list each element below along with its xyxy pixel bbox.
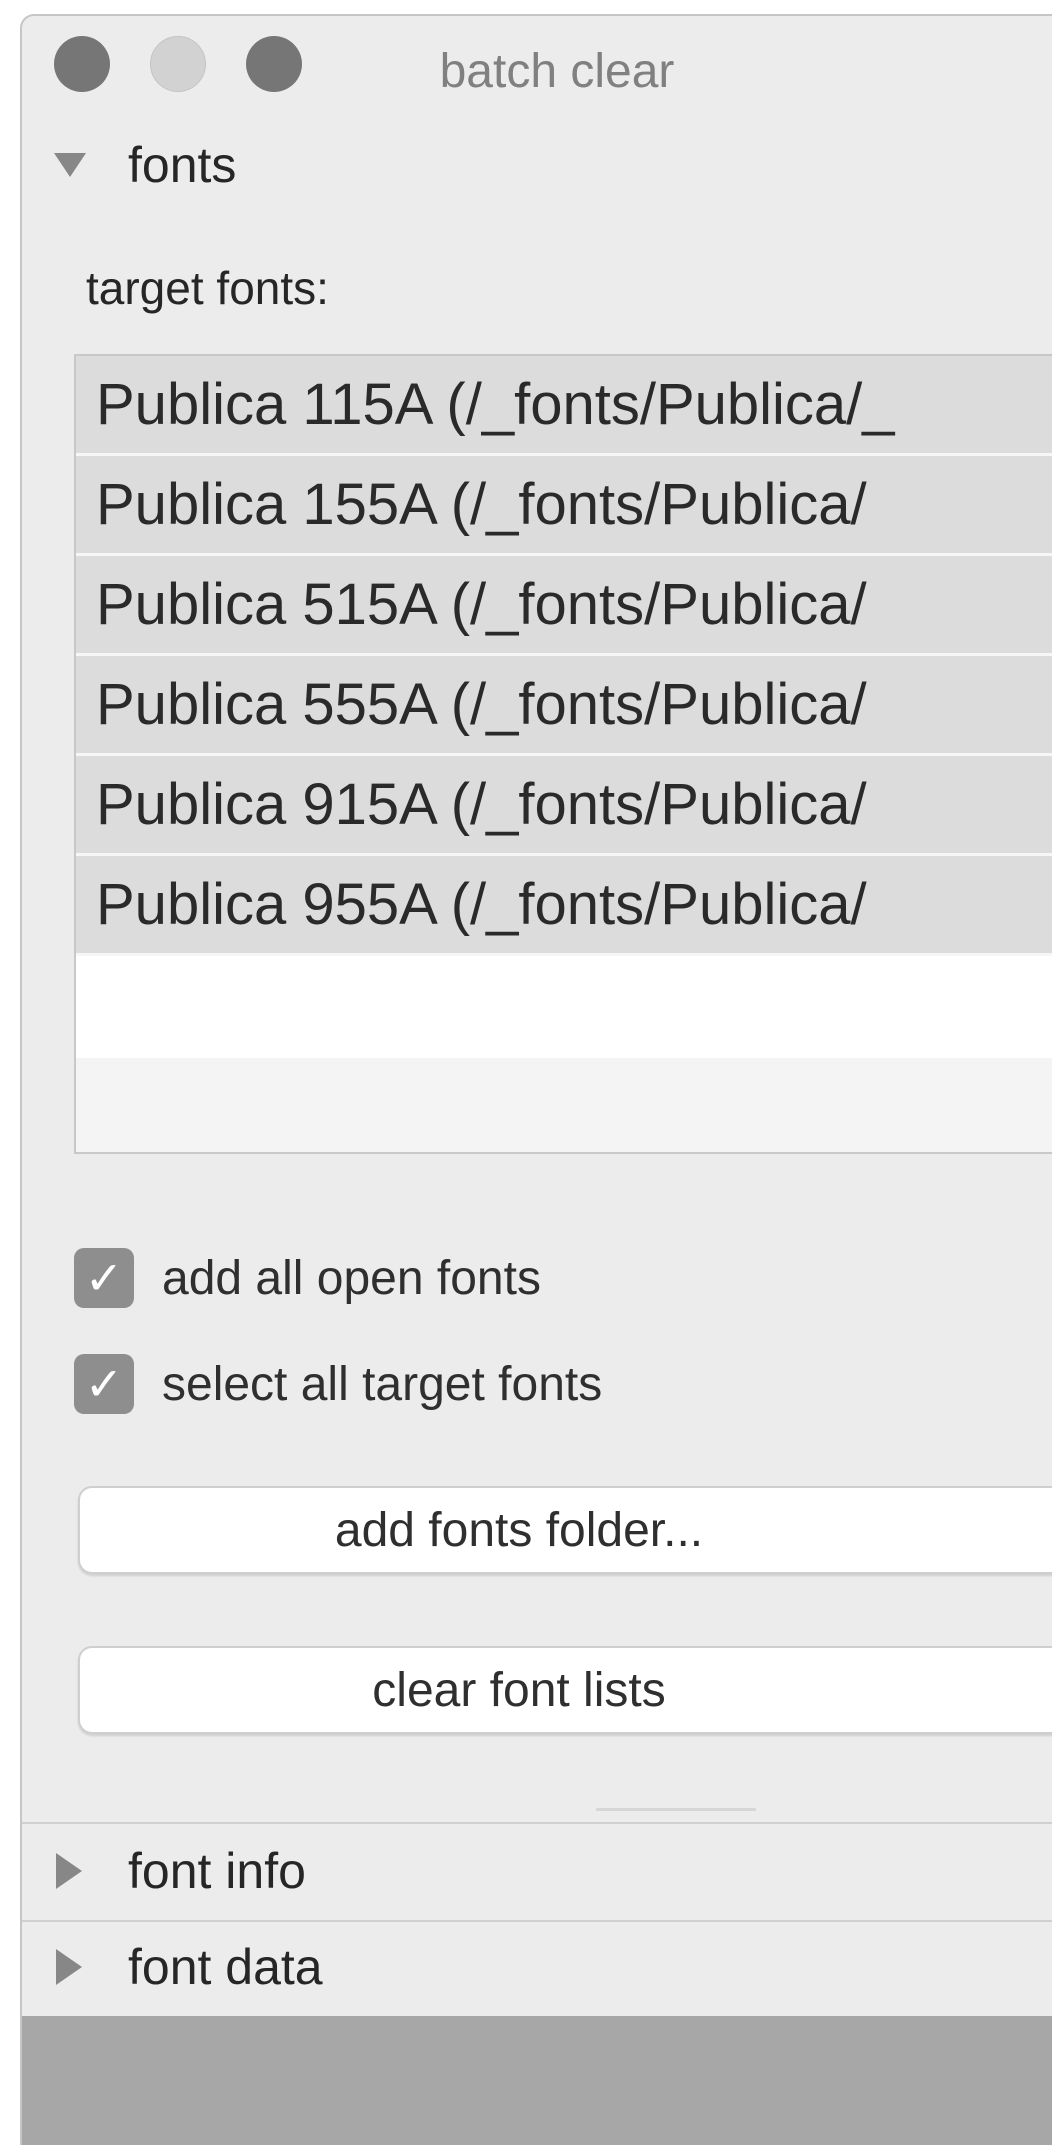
fonts-section-label: fonts	[128, 137, 237, 193]
add-all-open-fonts-label: add all open fonts	[162, 1251, 541, 1305]
font-list-item[interactable]: Publica 115A (/_fonts/Publica/_	[76, 356, 1052, 456]
zoom-window-button[interactable]	[246, 36, 302, 92]
font-list-item[interactable]: Publica 515A (/_fonts/Publica/	[76, 556, 1052, 656]
window-footer-bar	[22, 2016, 1052, 2145]
font-info-section-label: font info	[128, 1843, 306, 1899]
font-data-section-header[interactable]: font data	[22, 1922, 1052, 2012]
font-data-section-label: font data	[128, 1939, 323, 1995]
clear-font-lists-button[interactable]: clear font lists	[78, 1646, 1052, 1734]
add-fonts-folder-label: add fonts folder...	[334, 1503, 704, 1557]
section-divider	[22, 1822, 1052, 1824]
font-list-item[interactable]: Publica 955A (/_fonts/Publica/	[76, 856, 1052, 956]
font-info-section-header[interactable]: font info	[22, 1826, 1052, 1916]
empty-list-row	[76, 1058, 1052, 1152]
close-window-button[interactable]	[54, 36, 110, 92]
title-bar: batch clear	[22, 16, 1052, 106]
clear-font-lists-label: clear font lists	[372, 1663, 666, 1717]
disclosure-triangle-down-icon	[54, 153, 86, 177]
font-list-item[interactable]: Publica 155A (/_fonts/Publica/	[76, 456, 1052, 556]
select-all-target-fonts-option[interactable]: ✓ select all target fonts	[74, 1352, 602, 1416]
font-list-item[interactable]: Publica 555A (/_fonts/Publica/	[76, 656, 1052, 756]
disclosure-triangle-right-icon	[56, 1949, 82, 1985]
empty-list-row	[76, 956, 1052, 1058]
checkmark-icon: ✓	[84, 1358, 124, 1410]
add-all-open-fonts-option[interactable]: ✓ add all open fonts	[74, 1246, 541, 1310]
target-fonts-label: target fonts:	[86, 262, 329, 314]
add-all-open-fonts-checkbox[interactable]: ✓	[74, 1248, 134, 1308]
window-title: batch clear	[439, 45, 675, 98]
select-all-target-fonts-checkbox[interactable]: ✓	[74, 1354, 134, 1414]
add-fonts-folder-button[interactable]: add fonts folder...	[78, 1486, 1052, 1574]
checkmark-icon: ✓	[84, 1252, 124, 1304]
target-fonts-list[interactable]: Publica 115A (/_fonts/Publica/_ Publica …	[74, 354, 1052, 1154]
select-all-target-fonts-label: select all target fonts	[162, 1357, 603, 1411]
fonts-section-header[interactable]: fonts	[22, 120, 1052, 210]
minimize-window-button[interactable]	[150, 36, 206, 92]
font-list-item[interactable]: Publica 915A (/_fonts/Publica/	[76, 756, 1052, 856]
split-view-handle[interactable]	[596, 1808, 756, 1811]
batch-clear-window: batch clear fonts target fonts: Publica …	[20, 14, 1052, 2145]
disclosure-triangle-right-icon	[56, 1853, 82, 1889]
